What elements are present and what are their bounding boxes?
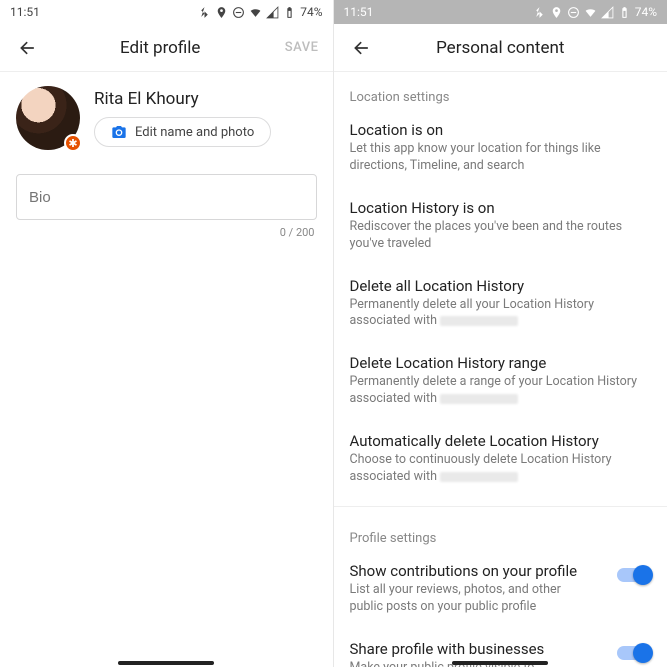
status-right: 74% bbox=[198, 5, 322, 19]
screen-personal-content: 11:51 74% Personal content Location sett… bbox=[334, 0, 667, 667]
camera-icon bbox=[111, 124, 127, 140]
setting-auto-delete-history[interactable]: Automatically delete Location History Ch… bbox=[334, 422, 667, 500]
profile-name: Rita El Khoury bbox=[94, 89, 271, 109]
switch[interactable] bbox=[617, 568, 651, 582]
bio-input[interactable] bbox=[29, 189, 304, 206]
nav-pill[interactable] bbox=[452, 661, 548, 665]
redacted-text bbox=[440, 472, 518, 482]
status-right: 74% bbox=[533, 5, 657, 19]
row-title: Delete Location History range bbox=[350, 354, 652, 372]
row-title: Automatically delete Location History bbox=[350, 432, 652, 450]
screen-edit-profile: 11:51 74% Edit profile SAVE ✱ bbox=[0, 0, 334, 667]
battery-icon bbox=[618, 6, 631, 19]
dnd-icon bbox=[567, 6, 580, 19]
arrow-left-icon bbox=[352, 38, 372, 58]
row-subtitle: Permanently delete a range of your Locat… bbox=[350, 374, 652, 408]
edit-chip-label: Edit name and photo bbox=[135, 125, 254, 140]
status-time: 11:51 bbox=[10, 5, 40, 19]
toggle-show-contributions[interactable]: Show contributions on your profile List … bbox=[334, 552, 667, 630]
row-title: Location is on bbox=[350, 121, 652, 139]
edit-name-photo-button[interactable]: Edit name and photo bbox=[94, 117, 271, 147]
signal-icon bbox=[266, 6, 279, 19]
status-bar: 11:51 74% bbox=[0, 0, 333, 24]
setting-location-history[interactable]: Location History is on Rediscover the pl… bbox=[334, 189, 667, 267]
section-location-label: Location settings bbox=[334, 72, 667, 111]
row-subtitle: Rediscover the places you've been and th… bbox=[350, 219, 652, 253]
wifi-icon bbox=[249, 6, 262, 19]
row-title: Share profile with businesses bbox=[350, 640, 608, 658]
status-bar: 11:51 74% bbox=[334, 0, 667, 24]
app-bar: Edit profile SAVE bbox=[0, 24, 333, 72]
bio-char-count: 0 / 200 bbox=[0, 222, 333, 239]
divider bbox=[334, 506, 667, 507]
back-button[interactable] bbox=[348, 34, 376, 62]
setting-location[interactable]: Location is on Let this app know your lo… bbox=[334, 111, 667, 189]
location-icon bbox=[550, 6, 563, 19]
redacted-text bbox=[440, 394, 518, 404]
row-title: Location History is on bbox=[350, 199, 652, 217]
bluetooth-icon bbox=[533, 6, 546, 19]
status-time: 11:51 bbox=[344, 5, 374, 19]
page-title: Personal content bbox=[376, 38, 626, 58]
save-button[interactable]: SAVE bbox=[279, 40, 319, 55]
setting-delete-history-range[interactable]: Delete Location History range Permanentl… bbox=[334, 344, 667, 422]
row-subtitle: List all your reviews, photos, and other… bbox=[350, 582, 570, 616]
row-subtitle: Let this app know your location for thin… bbox=[350, 141, 652, 175]
local-guide-badge-icon: ✱ bbox=[64, 134, 82, 152]
back-button[interactable] bbox=[14, 34, 42, 62]
switch[interactable] bbox=[617, 646, 651, 660]
setting-delete-all-history[interactable]: Delete all Location History Permanently … bbox=[334, 267, 667, 345]
arrow-left-icon bbox=[18, 38, 38, 58]
signal-icon bbox=[601, 6, 614, 19]
nav-pill[interactable] bbox=[118, 661, 214, 665]
avatar[interactable]: ✱ bbox=[16, 86, 80, 150]
profile-row: ✱ Rita El Khoury Edit name and photo bbox=[0, 72, 333, 160]
row-subtitle: Permanently delete all your Location His… bbox=[350, 297, 652, 331]
battery-icon bbox=[283, 6, 296, 19]
page-title: Edit profile bbox=[42, 38, 279, 58]
section-profile-label: Profile settings bbox=[334, 513, 667, 552]
row-title: Delete all Location History bbox=[350, 277, 652, 295]
app-bar: Personal content bbox=[334, 24, 667, 72]
bio-field[interactable] bbox=[16, 174, 317, 220]
row-title: Show contributions on your profile bbox=[350, 562, 608, 580]
dnd-icon bbox=[232, 6, 245, 19]
battery-text: 74% bbox=[300, 5, 322, 19]
battery-text: 74% bbox=[635, 5, 657, 19]
redacted-text bbox=[440, 316, 518, 326]
wifi-icon bbox=[584, 6, 597, 19]
location-icon bbox=[215, 6, 228, 19]
row-subtitle: Choose to continuously delete Location H… bbox=[350, 452, 652, 486]
bluetooth-icon bbox=[198, 6, 211, 19]
content-scroll[interactable]: Location settings Location is on Let thi… bbox=[334, 72, 667, 667]
